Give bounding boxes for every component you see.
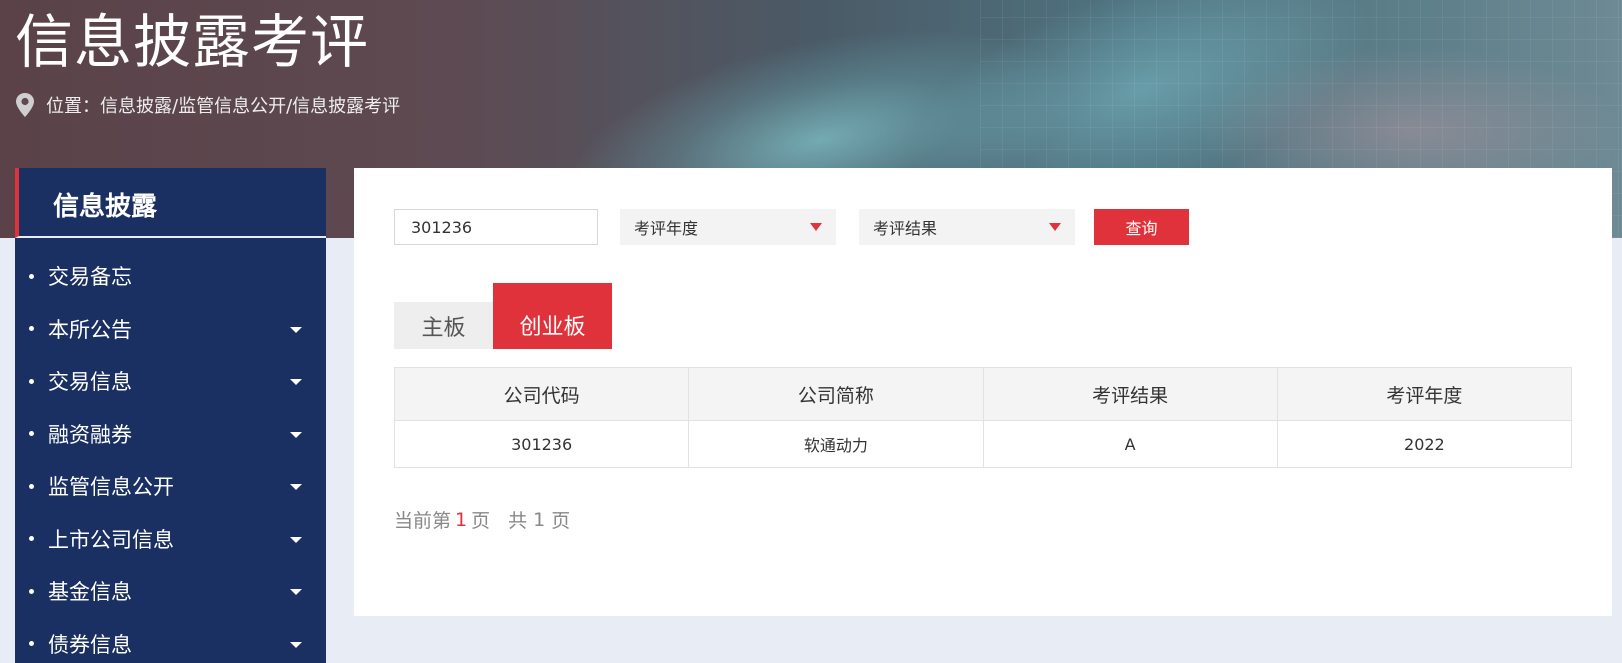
- sidebar-item-label: 本所公告: [48, 317, 132, 342]
- pager-page-unit: 页: [471, 510, 491, 532]
- caret-down-icon[interactable]: [290, 326, 302, 333]
- column-header: 考评年度: [1276, 367, 1573, 421]
- cell-company-code: 301236: [393, 420, 690, 468]
- tab-main-board[interactable]: 主板: [394, 302, 493, 349]
- page: 信息披露考评 位置：信息披露/监管信息公开/信息披露考评 信息披露 交易备忘 本…: [0, 0, 1622, 663]
- search-bar: 考评年度 考评结果 查询: [394, 209, 1594, 245]
- cell-evaluation-result: A: [982, 420, 1278, 468]
- cell-company-name: 软通动力: [688, 420, 984, 468]
- sidebar-item-trade-memo[interactable]: 交易备忘: [15, 250, 326, 303]
- location-pin-icon: [16, 93, 34, 117]
- result-select-value: 考评结果: [873, 219, 938, 238]
- sidebar-header: 信息披露: [15, 168, 326, 238]
- sidebar-item-margin-trading[interactable]: 融资融券: [15, 408, 326, 461]
- company-code-input[interactable]: [394, 209, 598, 245]
- query-button[interactable]: 查询: [1094, 209, 1189, 245]
- pager-total-prefix: 共: [508, 510, 528, 532]
- breadcrumb: 位置：信息披露/监管信息公开/信息披露考评: [14, 90, 400, 120]
- caret-down-icon[interactable]: [290, 536, 302, 543]
- year-select[interactable]: 考评年度: [620, 209, 836, 245]
- cell-evaluation-year: 2022: [1276, 420, 1573, 468]
- table-header-row: 公司代码 公司简称 考评结果 考评年度: [393, 367, 1573, 421]
- bullet-icon: [29, 326, 34, 332]
- main-panel: 考评年度 考评结果 查询 主板 创业板 公司代码 公司简称 考评结果 考评年度: [354, 168, 1612, 616]
- bullet-icon: [29, 588, 34, 594]
- year-select-value: 考评年度: [634, 219, 699, 238]
- pager-prefix: 当前第: [394, 510, 452, 532]
- bullet-icon: [29, 483, 34, 489]
- sidebar-item-label: 交易备忘: [48, 265, 132, 290]
- dropdown-arrow-icon: [810, 223, 822, 231]
- sidebar-item-label: 上市公司信息: [48, 527, 174, 552]
- column-header: 考评结果: [982, 367, 1278, 421]
- result-select[interactable]: 考评结果: [859, 209, 1075, 245]
- table-row: 301236 软通动力 A 2022: [393, 420, 1573, 468]
- pager-total-unit: 页: [551, 510, 571, 532]
- caret-down-icon[interactable]: [290, 379, 302, 386]
- bullet-icon: [29, 431, 34, 437]
- column-header: 公司代码: [393, 367, 690, 421]
- sidebar-item-label: 融资融券: [48, 422, 132, 447]
- sidebar-item-listed-company-info[interactable]: 上市公司信息: [15, 513, 326, 566]
- board-tabs: 主板 创业板: [394, 283, 694, 349]
- page-title: 信息披露考评: [15, 8, 370, 76]
- caret-down-icon[interactable]: [290, 484, 302, 491]
- caret-down-icon[interactable]: [290, 589, 302, 596]
- pagination: 当前第 1 页 共 1 页: [394, 506, 570, 533]
- sidebar-item-trading-info[interactable]: 交易信息: [15, 355, 326, 408]
- sidebar-item-fund-info[interactable]: 基金信息: [15, 565, 326, 618]
- sidebar-item-label: 债券信息: [48, 632, 132, 657]
- dropdown-arrow-icon: [1049, 223, 1061, 231]
- caret-down-icon[interactable]: [290, 641, 302, 648]
- caret-down-icon[interactable]: [290, 431, 302, 438]
- pager-current-page: 1: [455, 508, 468, 531]
- pager-total-pages: 1: [533, 508, 546, 531]
- sidebar-item-label: 交易信息: [48, 370, 132, 395]
- breadcrumb-text[interactable]: 位置：信息披露/监管信息公开/信息披露考评: [46, 92, 400, 118]
- sidebar-title: 信息披露: [53, 192, 158, 222]
- sidebar-item-regulatory-disclosure[interactable]: 监管信息公开: [15, 460, 326, 513]
- sidebar-item-label: 监管信息公开: [48, 475, 174, 500]
- bullet-icon: [29, 378, 34, 384]
- sidebar-item-label: 基金信息: [48, 580, 132, 605]
- sidebar-item-exchange-announcements[interactable]: 本所公告: [15, 303, 326, 356]
- results-table: 公司代码 公司简称 考评结果 考评年度 301236 软通动力 A 2022: [393, 367, 1573, 468]
- sidebar-item-bond-info[interactable]: 债券信息: [15, 618, 326, 663]
- tab-gem-board[interactable]: 创业板: [493, 283, 612, 349]
- column-header: 公司简称: [688, 367, 984, 421]
- bullet-icon: [29, 641, 34, 647]
- sidebar-menu: 交易备忘 本所公告 交易信息 融资融券 监管信息公开 上市公司信息 基金信息 债…: [15, 238, 326, 663]
- sidebar: 信息披露 交易备忘 本所公告 交易信息 融资融券 监管信息公开 上市公司信息 基…: [15, 168, 326, 663]
- bullet-icon: [29, 536, 34, 542]
- bullet-icon: [29, 273, 34, 279]
